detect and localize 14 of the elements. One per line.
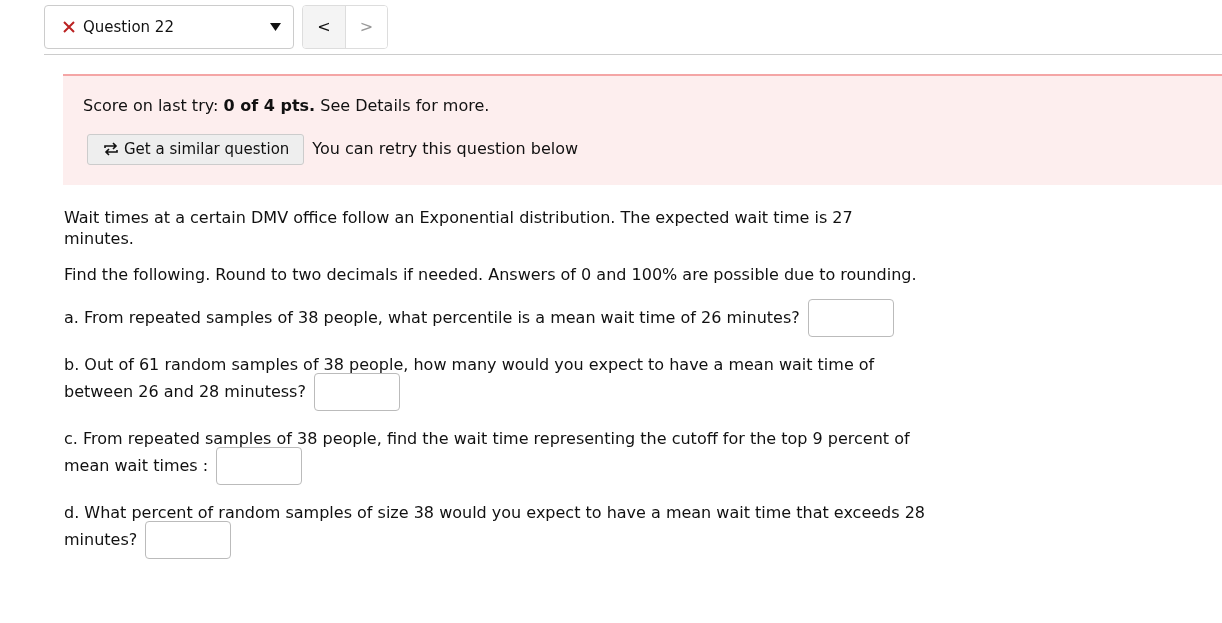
question-dropdown[interactable]: Question 22: [44, 5, 294, 49]
question-text: c. From repeated samples of 38 people, find the wait time representing the cutoff for the top 9 percent of: [64, 428, 910, 451]
previous-button[interactable]: <: [303, 6, 345, 48]
question-text: Find the following. Round to two decimals if needed. Answers of 0 and 100% are possible due to rounding.: [64, 263, 918, 286]
question-text: minutes?: [64, 529, 138, 552]
similar-question-button[interactable]: Get a similar question: [87, 134, 305, 165]
question-text: b. Out of 61 random samples of 38 people, how many would you expect to have a mean wait time of: [64, 354, 875, 377]
retry-note: You can retry this question below: [312, 138, 579, 161]
question-text: d. What percent of random samples of size 38 would you expect to have a mean wait time that exceeds 28: [64, 502, 926, 525]
question-text: mean wait times :: [64, 455, 209, 478]
question-text: a. From repeated samples of 38 people, what percentile is a mean wait time of 26 minutes?: [64, 307, 800, 330]
score-text: Score on last try: 0 of 4 pts. See Details for more.: [83, 95, 491, 117]
question-text: between 26 and 28 minutess?: [64, 381, 306, 404]
question-text: Wait times at a certain DMV office follow an Exponential distribution. The expected wait time is 27 minutes.: [64, 206, 854, 250]
